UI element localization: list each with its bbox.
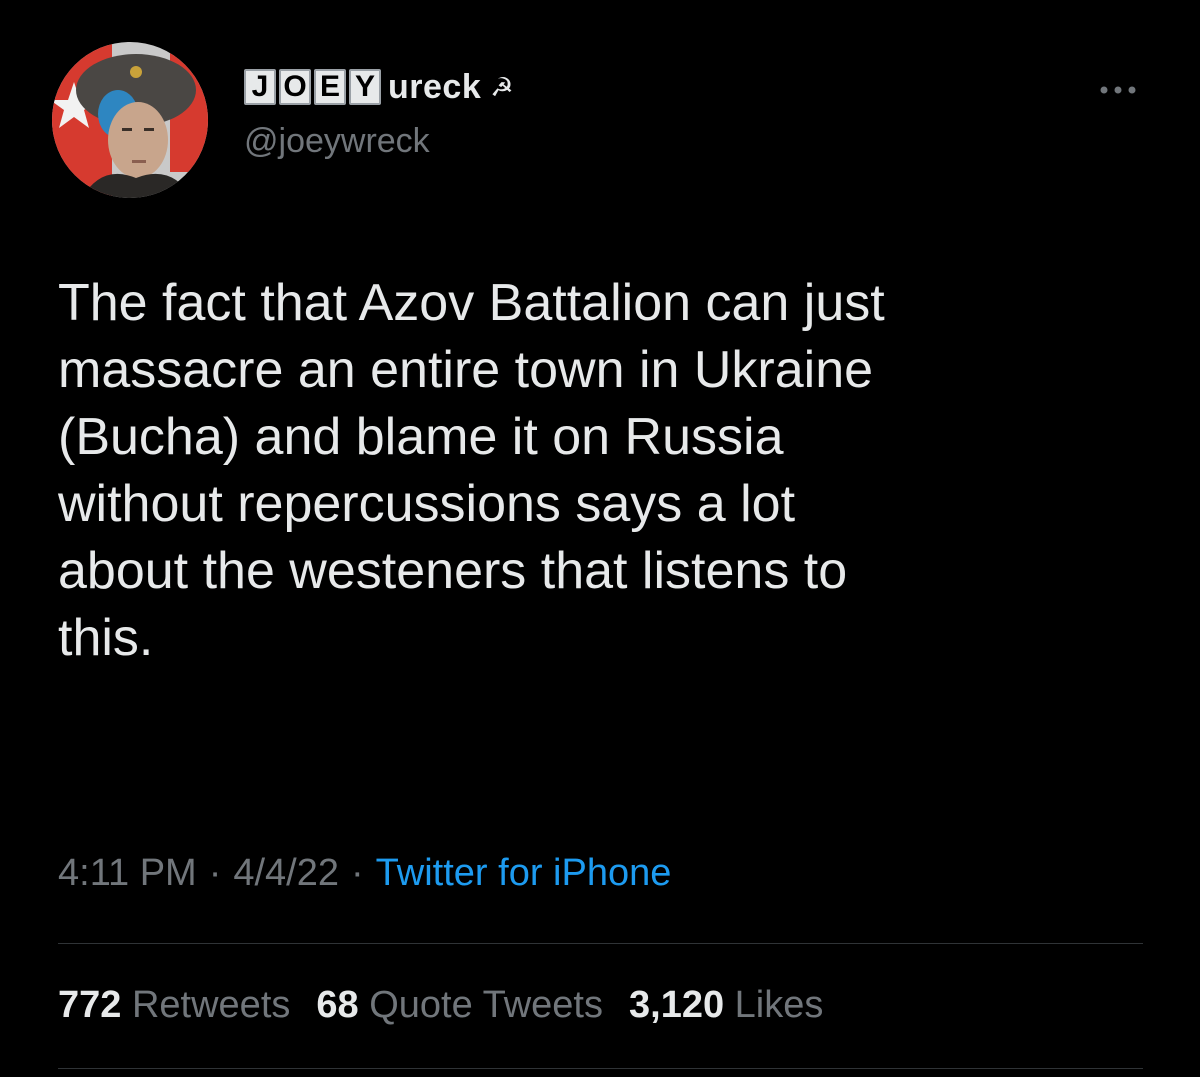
display-name[interactable]: J O E Y ureck ☭ bbox=[244, 66, 514, 108]
more-options-button[interactable] bbox=[1090, 72, 1146, 108]
divider bbox=[58, 943, 1143, 944]
tweet-text: The fact that Azov Battalion can just ma… bbox=[58, 274, 885, 667]
likes-count: 3,120 bbox=[629, 984, 725, 1026]
tweet-stats: 772 Retweets 68 Quote Tweets 3,120 Likes bbox=[58, 984, 849, 1027]
meta-separator: · bbox=[351, 852, 364, 894]
quote-tweets-stat[interactable]: 68 Quote Tweets bbox=[316, 984, 603, 1027]
display-name-letter: E bbox=[314, 69, 346, 105]
avatar[interactable] bbox=[52, 42, 208, 198]
likes-stat[interactable]: 3,120 Likes bbox=[629, 984, 823, 1027]
tweet-date[interactable]: 4/4/22 bbox=[233, 852, 339, 895]
display-name-text: ureck bbox=[388, 67, 482, 106]
tweet-time[interactable]: 4:11 PM bbox=[58, 852, 197, 895]
display-name-letter: Y bbox=[349, 69, 381, 105]
quote-tweets-count: 68 bbox=[316, 984, 359, 1026]
tweet-source-link[interactable]: Twitter for iPhone bbox=[376, 852, 672, 895]
avatar-photo bbox=[52, 42, 208, 198]
divider bbox=[58, 1068, 1143, 1069]
display-name-letter: O bbox=[279, 69, 311, 105]
meta-separator: · bbox=[208, 852, 222, 894]
retweets-stat[interactable]: 772 Retweets bbox=[58, 984, 290, 1027]
retweets-label: Retweets bbox=[131, 984, 291, 1026]
retweets-count: 772 bbox=[58, 984, 122, 1026]
more-horizontal-icon bbox=[1100, 86, 1136, 94]
likes-label: Likes bbox=[734, 984, 824, 1026]
tweet-meta: 4:11 PM · 4/4/22 · Twitter for iPhone bbox=[58, 852, 671, 895]
display-name-letter: J bbox=[244, 69, 276, 105]
user-handle[interactable]: @joeywreck bbox=[244, 122, 430, 161]
hammer-sickle-icon: ☭ bbox=[490, 71, 514, 102]
quote-tweets-label: Quote Tweets bbox=[369, 984, 603, 1026]
tweet-detail: J O E Y ureck ☭ @joeywreck The fact that… bbox=[0, 0, 1200, 1077]
